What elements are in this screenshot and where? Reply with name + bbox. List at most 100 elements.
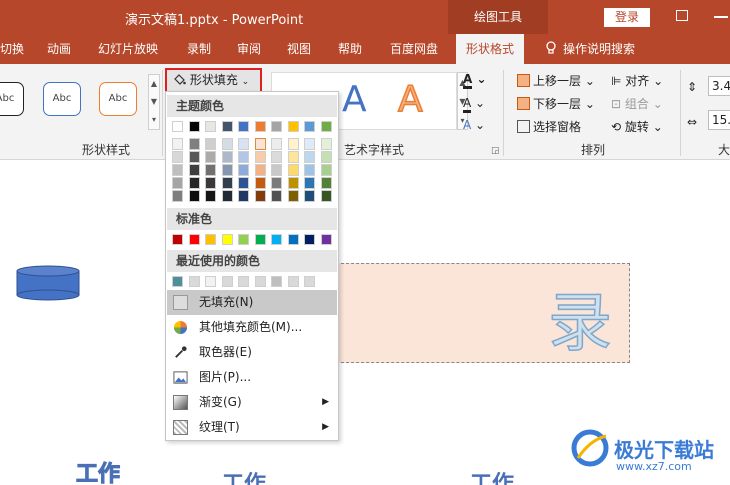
theme-color-swatch[interactable] xyxy=(271,177,282,189)
login-button[interactable]: 登录 xyxy=(604,8,650,27)
theme-color-swatch[interactable] xyxy=(188,190,200,202)
theme-color-swatch[interactable] xyxy=(221,138,233,150)
recent-color-swatch[interactable] xyxy=(271,276,282,287)
theme-color-swatch[interactable] xyxy=(320,190,332,202)
theme-color-swatch[interactable] xyxy=(188,138,200,150)
theme-color-swatch[interactable] xyxy=(304,138,315,150)
tab-record[interactable]: 录制 xyxy=(187,34,211,64)
theme-color-swatch[interactable] xyxy=(320,151,332,163)
standard-color-swatch[interactable] xyxy=(172,234,183,245)
theme-color-swatch[interactable] xyxy=(287,164,299,176)
theme-color-swatch[interactable] xyxy=(287,121,299,132)
bring-forward-button[interactable]: 上移一层 ⌄ xyxy=(517,72,595,89)
theme-color-swatch[interactable] xyxy=(188,177,200,189)
theme-color-swatch[interactable] xyxy=(287,138,299,150)
theme-color-swatch[interactable] xyxy=(254,138,266,150)
texture-item[interactable]: 纹理(T) ▶ xyxy=(167,415,337,440)
theme-color-swatch[interactable] xyxy=(221,190,233,202)
tab-animations[interactable]: 动画 xyxy=(47,34,71,64)
selection-pane-button[interactable]: 选择窗格 xyxy=(517,118,581,135)
theme-color-swatch[interactable] xyxy=(287,190,299,202)
theme-color-swatch[interactable] xyxy=(172,177,183,189)
theme-color-swatch[interactable] xyxy=(320,121,332,132)
theme-color-swatch[interactable] xyxy=(205,177,216,189)
theme-color-swatch[interactable] xyxy=(287,151,299,163)
theme-color-swatch[interactable] xyxy=(221,151,233,163)
theme-color-swatch[interactable] xyxy=(238,138,249,150)
theme-color-swatch[interactable] xyxy=(205,151,216,163)
theme-color-swatch[interactable] xyxy=(205,190,216,202)
standard-color-swatch[interactable] xyxy=(254,234,266,245)
recent-color-swatch[interactable] xyxy=(205,276,216,287)
recent-color-swatch[interactable] xyxy=(172,276,183,287)
theme-color-swatch[interactable] xyxy=(304,151,315,163)
eyedropper-item[interactable]: 取色器(E) xyxy=(167,340,337,365)
shape-width-input[interactable]: 15. xyxy=(708,110,730,130)
wordart-text-character[interactable]: 录 xyxy=(547,272,613,364)
theme-color-swatch[interactable] xyxy=(188,164,200,176)
shape-style-sample-1[interactable]: Abc xyxy=(0,82,24,116)
standard-color-swatch[interactable] xyxy=(238,234,249,245)
tab-transitions[interactable]: 切换 xyxy=(0,34,24,64)
theme-color-swatch[interactable] xyxy=(221,177,233,189)
tab-slideshow[interactable]: 幻灯片放映 xyxy=(98,34,158,64)
theme-color-swatch[interactable] xyxy=(320,164,332,176)
theme-color-swatch[interactable] xyxy=(238,121,249,132)
theme-color-swatch[interactable] xyxy=(271,190,282,202)
dialog-launcher-icon[interactable]: ◲ xyxy=(491,146,500,156)
theme-color-swatch[interactable] xyxy=(172,121,183,132)
standard-color-swatch[interactable] xyxy=(304,234,315,245)
theme-color-swatch[interactable] xyxy=(304,190,315,202)
theme-color-swatch[interactable] xyxy=(254,164,266,176)
align-button[interactable]: ⊫ 对齐 ⌄ xyxy=(611,72,663,89)
theme-color-swatch[interactable] xyxy=(188,121,200,132)
theme-color-swatch[interactable] xyxy=(271,138,282,150)
standard-color-swatch[interactable] xyxy=(271,234,282,245)
work-text-3[interactable]: 工作 xyxy=(470,466,514,485)
standard-color-swatch[interactable] xyxy=(188,234,200,245)
tab-view[interactable]: 视图 xyxy=(287,34,311,64)
recent-color-swatch[interactable] xyxy=(254,276,266,287)
gradient-item[interactable]: 渐变(G) ▶ xyxy=(167,390,337,415)
recent-color-swatch[interactable] xyxy=(238,276,249,287)
shape-style-sample-2[interactable]: Abc xyxy=(43,82,81,116)
standard-color-swatch[interactable] xyxy=(221,234,233,245)
theme-color-swatch[interactable] xyxy=(271,164,282,176)
text-effects-button[interactable]: A ⌄ xyxy=(463,118,485,132)
theme-color-swatch[interactable] xyxy=(205,138,216,150)
theme-color-swatch[interactable] xyxy=(205,164,216,176)
recent-color-swatch[interactable] xyxy=(221,276,233,287)
standard-color-swatch[interactable] xyxy=(205,234,216,245)
more-fill-colors-item[interactable]: 其他填充颜色(M)... xyxy=(167,315,337,340)
group-button[interactable]: ⊡ 组合 ⌄ xyxy=(611,95,663,112)
rotate-button[interactable]: ⟲ 旋转 ⌄ xyxy=(611,118,663,135)
wordart-sample-orange[interactable]: A xyxy=(397,78,423,121)
theme-color-swatch[interactable] xyxy=(304,121,315,132)
theme-color-swatch[interactable] xyxy=(271,151,282,163)
theme-color-swatch[interactable] xyxy=(238,151,249,163)
theme-color-swatch[interactable] xyxy=(221,164,233,176)
text-outline-button[interactable]: A ⌄ xyxy=(463,96,485,113)
tab-review[interactable]: 审阅 xyxy=(237,34,261,64)
theme-color-swatch[interactable] xyxy=(304,177,315,189)
theme-color-swatch[interactable] xyxy=(238,190,249,202)
tab-baidu-netdisk[interactable]: 百度网盘 xyxy=(390,34,438,64)
theme-color-swatch[interactable] xyxy=(172,138,183,150)
standard-color-swatch[interactable] xyxy=(287,234,299,245)
recent-color-swatch[interactable] xyxy=(188,276,200,287)
standard-color-swatch[interactable] xyxy=(320,234,332,245)
theme-color-swatch[interactable] xyxy=(188,151,200,163)
theme-color-swatch[interactable] xyxy=(320,177,332,189)
theme-color-swatch[interactable] xyxy=(320,138,332,150)
theme-color-swatch[interactable] xyxy=(271,121,282,132)
theme-color-swatch[interactable] xyxy=(254,151,266,163)
cylinder-shape[interactable] xyxy=(16,265,80,301)
theme-color-swatch[interactable] xyxy=(254,121,266,132)
tab-help[interactable]: 帮助 xyxy=(338,34,362,64)
recent-color-swatch[interactable] xyxy=(304,276,315,287)
shape-style-sample-3[interactable]: Abc xyxy=(99,82,137,116)
shape-fill-button[interactable]: 形状填充 ⌄ xyxy=(165,68,262,93)
text-fill-button[interactable]: A ⌄ xyxy=(463,72,487,89)
theme-color-swatch[interactable] xyxy=(238,164,249,176)
send-backward-button[interactable]: 下移一层 ⌄ xyxy=(517,95,595,112)
